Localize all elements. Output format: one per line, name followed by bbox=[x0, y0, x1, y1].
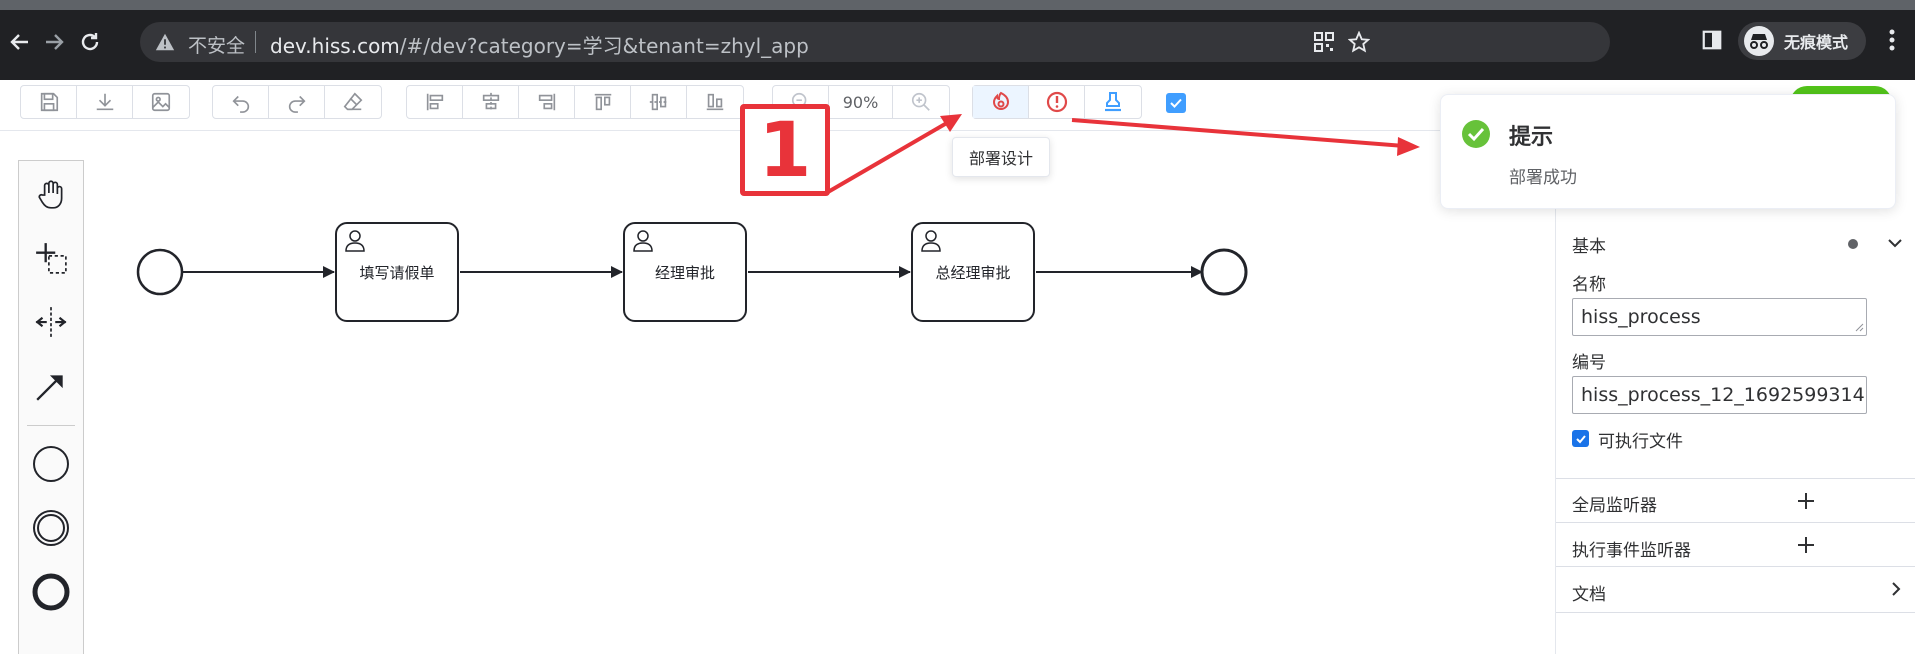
start-event[interactable] bbox=[136, 248, 184, 296]
task-label: 填写请假单 bbox=[359, 263, 435, 282]
chevron-right-icon[interactable] bbox=[1888, 580, 1904, 598]
user-icon bbox=[921, 230, 941, 252]
name-field[interactable]: hiss_process bbox=[1572, 298, 1867, 336]
plus-icon[interactable] bbox=[1796, 491, 1816, 511]
executable-label: 可执行文件 bbox=[1598, 432, 1683, 452]
notification-message: 部署成功 bbox=[1509, 168, 1577, 188]
basic-section-title: 基本 bbox=[1572, 237, 1606, 257]
section-divider bbox=[1556, 612, 1915, 613]
id-label: 编号 bbox=[1572, 353, 1606, 373]
executable-checkbox[interactable] bbox=[1572, 430, 1589, 447]
user-task[interactable]: 填写请假单 bbox=[335, 222, 459, 322]
section-divider bbox=[1556, 522, 1915, 523]
annotation-step-marker: 1 bbox=[740, 104, 830, 196]
user-task[interactable]: 总经理审批 bbox=[911, 222, 1035, 322]
user-task[interactable]: 经理审批 bbox=[623, 222, 747, 322]
docs-title: 文档 bbox=[1572, 585, 1606, 605]
task-label: 经理审批 bbox=[654, 263, 715, 282]
resize-handle-icon bbox=[1855, 323, 1864, 332]
user-icon bbox=[633, 230, 653, 252]
notification-title: 提示 bbox=[1509, 125, 1554, 150]
section-divider bbox=[1556, 566, 1915, 567]
plus-icon[interactable] bbox=[1796, 535, 1816, 555]
id-field[interactable]: hiss_process_12_16925993142 bbox=[1572, 376, 1867, 414]
success-check-icon bbox=[1462, 120, 1490, 148]
user-icon bbox=[345, 230, 365, 252]
end-event[interactable] bbox=[1200, 248, 1248, 296]
event-listener-title: 执行事件监听器 bbox=[1572, 541, 1691, 561]
section-divider bbox=[1556, 478, 1915, 479]
success-notification: 提示 部署成功 bbox=[1440, 94, 1896, 209]
task-label: 总经理审批 bbox=[935, 263, 1011, 282]
chevron-down-icon[interactable] bbox=[1886, 234, 1904, 252]
check-icon bbox=[1575, 434, 1586, 443]
annotation-step-number: 1 bbox=[758, 105, 812, 194]
status-dot bbox=[1848, 239, 1858, 249]
global-listener-title: 全局监听器 bbox=[1572, 496, 1657, 516]
name-label: 名称 bbox=[1572, 275, 1606, 295]
